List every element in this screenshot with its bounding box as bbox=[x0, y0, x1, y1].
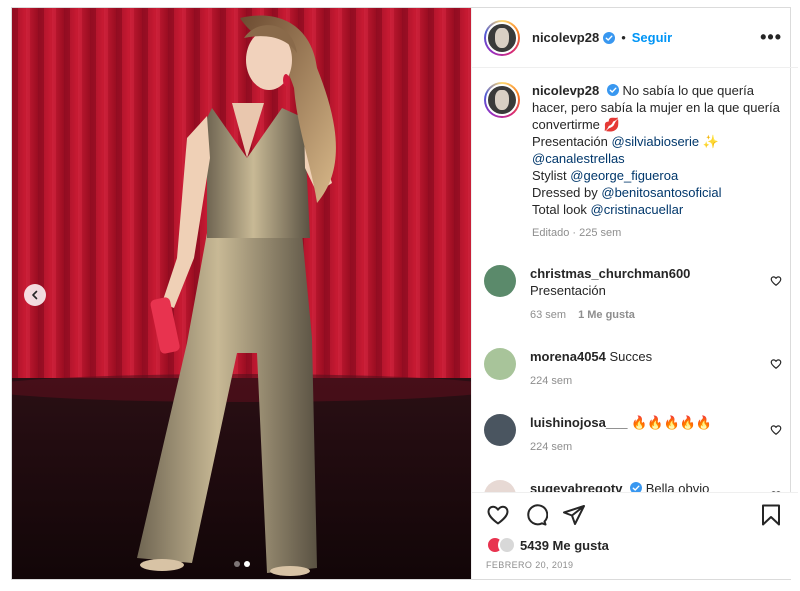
comment-meta: 224 sem bbox=[530, 439, 750, 456]
caption-text: nicolevp28 No sabía lo que quería hacer,… bbox=[532, 82, 782, 218]
commenter-username[interactable]: morena4054 bbox=[530, 349, 606, 364]
more-options-icon[interactable]: ••• bbox=[760, 27, 782, 48]
comment-text: Presentación bbox=[530, 283, 606, 298]
caption-stylist-label: Stylist bbox=[532, 168, 567, 183]
comment-meta: 224 sem bbox=[530, 373, 750, 390]
chevron-left-icon bbox=[32, 290, 38, 300]
bookmark-icon[interactable] bbox=[760, 503, 782, 527]
mention-link[interactable]: @canalestrellas bbox=[532, 151, 625, 166]
comment-text: Succes bbox=[609, 349, 653, 364]
commenter-username[interactable]: sugeyabregotv bbox=[530, 481, 622, 492]
mention-link[interactable]: @benitosantosoficial bbox=[601, 185, 721, 200]
lips-emoji: 💋 bbox=[603, 117, 620, 132]
comment-icon[interactable] bbox=[524, 503, 548, 527]
commenter-avatar[interactable] bbox=[484, 348, 516, 380]
comment-time[interactable]: 224 sem bbox=[530, 375, 572, 387]
caption-presentation-label: Presentación bbox=[532, 134, 608, 149]
commenter-avatar[interactable] bbox=[484, 265, 516, 297]
post-date[interactable]: FEBRERO 20, 2019 bbox=[486, 560, 782, 570]
commenter-avatar[interactable] bbox=[484, 480, 516, 492]
post-side-panel: nicolevp28 • Seguir ••• nicolevp28 No sa… bbox=[471, 8, 798, 579]
comment-item: christmas_churchman600 Presentación 63 s… bbox=[484, 265, 782, 324]
action-icons bbox=[486, 503, 782, 527]
comment-heart-icon[interactable] bbox=[770, 275, 782, 287]
mention-link[interactable]: @cristinacuellar bbox=[591, 202, 684, 217]
post-header: nicolevp28 • Seguir ••• bbox=[472, 8, 798, 68]
heart-icon[interactable] bbox=[486, 503, 510, 527]
comment-time[interactable]: 63 sem bbox=[530, 309, 566, 321]
carousel-dot bbox=[233, 561, 240, 567]
caption-username[interactable]: nicolevp28 bbox=[532, 83, 599, 98]
comment-meta: 63 sem 1 Me gusta bbox=[530, 307, 750, 324]
follow-button[interactable]: Seguir bbox=[632, 30, 672, 45]
caption-dressed-label: Dressed by bbox=[532, 185, 598, 200]
comment-item: morena4054 Succes 224 sem bbox=[484, 348, 782, 390]
photo-scene bbox=[12, 8, 471, 579]
likes-summary[interactable]: 5439 Me gusta bbox=[486, 536, 782, 554]
separator-dot: • bbox=[621, 30, 626, 45]
caption-author-avatar[interactable] bbox=[484, 82, 520, 118]
comment-time[interactable]: 224 sem bbox=[530, 441, 572, 453]
comments-scroll-area[interactable]: nicolevp28 No sabía lo que quería hacer,… bbox=[472, 68, 798, 492]
comment-text: Bella obvio bbox=[645, 481, 710, 492]
caption-look-label: Total look bbox=[532, 202, 587, 217]
carousel-dot-active bbox=[243, 561, 250, 567]
liker-avatar bbox=[498, 536, 516, 554]
comment-heart-icon[interactable] bbox=[770, 358, 782, 370]
commenter-username[interactable]: christmas_churchman600 bbox=[530, 266, 690, 281]
post-actions: 5439 Me gusta FEBRERO 20, 2019 bbox=[472, 492, 798, 579]
carousel-prev-button[interactable] bbox=[24, 284, 46, 306]
mention-link[interactable]: @george_figueroa bbox=[570, 168, 678, 183]
carousel-indicator bbox=[12, 561, 471, 567]
mention-link[interactable]: @silviabioserie bbox=[612, 134, 700, 149]
comment-heart-icon[interactable] bbox=[770, 490, 782, 492]
verified-badge-icon bbox=[630, 482, 643, 492]
comment-likes[interactable]: 1 Me gusta bbox=[578, 309, 635, 321]
share-icon[interactable] bbox=[562, 503, 586, 527]
comment-list: christmas_churchman600 Presentación 63 s… bbox=[484, 265, 782, 492]
instagram-post-modal: nicolevp28 • Seguir ••• nicolevp28 No sa… bbox=[11, 7, 798, 580]
caption: nicolevp28 No sabía lo que quería hacer,… bbox=[484, 82, 782, 239]
verified-badge-icon bbox=[606, 84, 619, 96]
post-photo bbox=[12, 8, 471, 579]
comment-heart-icon[interactable] bbox=[770, 424, 782, 436]
author-avatar[interactable] bbox=[484, 19, 520, 56]
author-username[interactable]: nicolevp28 bbox=[532, 30, 599, 45]
sparkle-emoji: ✨ bbox=[702, 134, 719, 149]
comment-text: 🔥🔥🔥🔥🔥 bbox=[631, 415, 713, 430]
caption-meta: Editado · 225 sem bbox=[532, 227, 622, 239]
commenter-avatar[interactable] bbox=[484, 414, 516, 446]
comment-item: sugeyabregotv Bella obvio bbox=[484, 480, 782, 492]
likes-count[interactable]: 5439 Me gusta bbox=[520, 538, 609, 553]
verified-badge-icon bbox=[603, 31, 616, 44]
comment-item: luishinojosa___ 🔥🔥🔥🔥🔥 224 sem bbox=[484, 414, 782, 456]
commenter-username[interactable]: luishinojosa___ bbox=[530, 415, 628, 430]
